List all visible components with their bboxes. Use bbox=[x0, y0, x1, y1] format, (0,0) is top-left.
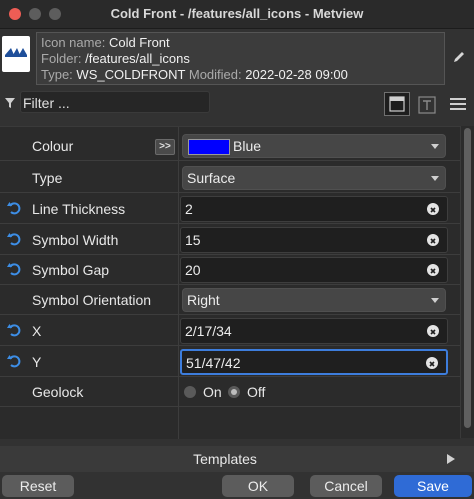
type-dropdown[interactable]: Surface bbox=[182, 166, 446, 190]
cold-front-icon bbox=[2, 36, 30, 72]
parameter-table: Colour >> Blue Type Surface Line Thickne… bbox=[0, 126, 460, 439]
clear-icon[interactable] bbox=[427, 234, 439, 246]
symbol-width-label: Symbol Width bbox=[32, 232, 119, 248]
geolock-off-radio[interactable] bbox=[228, 386, 240, 398]
param-row-type: Type Surface bbox=[0, 163, 460, 193]
param-row-y: Y 51/47/42 bbox=[0, 347, 460, 377]
modified-value: 2022-02-28 09:00 bbox=[245, 67, 348, 82]
reset-default-icon[interactable] bbox=[7, 323, 21, 342]
chevron-down-icon bbox=[431, 176, 439, 181]
line-thickness-value: 2 bbox=[185, 201, 193, 217]
line-thickness-input[interactable]: 2 bbox=[180, 196, 448, 222]
y-input[interactable]: 51/47/42 bbox=[180, 349, 448, 375]
edit-view-button[interactable] bbox=[384, 92, 410, 116]
folder-label: Folder: bbox=[41, 51, 82, 66]
scrollbar[interactable] bbox=[460, 126, 474, 438]
param-row-colour: Colour >> Blue bbox=[0, 131, 460, 161]
symbol-gap-value: 20 bbox=[185, 262, 201, 278]
x-value: 2/17/34 bbox=[185, 323, 232, 339]
type-param-label: Type bbox=[32, 170, 63, 186]
chevron-right-icon[interactable] bbox=[447, 454, 455, 464]
reset-default-icon[interactable] bbox=[7, 262, 21, 281]
symbol-gap-label: Symbol Gap bbox=[32, 262, 110, 278]
param-row-symbol-orientation: Symbol Orientation Right bbox=[0, 285, 460, 315]
templates-label: Templates bbox=[193, 451, 257, 467]
symbol-orientation-dropdown[interactable]: Right bbox=[182, 288, 446, 312]
colour-label: Colour bbox=[32, 138, 74, 154]
line-thickness-label: Line Thickness bbox=[32, 201, 126, 217]
reset-button[interactable]: Reset bbox=[2, 475, 74, 497]
geolock-off-label: Off bbox=[247, 384, 266, 400]
reset-default-icon[interactable] bbox=[7, 232, 21, 251]
clear-icon[interactable] bbox=[427, 203, 439, 215]
param-row-symbol-gap: Symbol Gap 20 bbox=[0, 255, 460, 285]
reset-default-icon[interactable] bbox=[7, 354, 21, 373]
clear-icon[interactable] bbox=[426, 357, 438, 369]
colour-expand-button[interactable]: >> bbox=[155, 139, 175, 155]
icon-name-value: Cold Front bbox=[108, 35, 170, 50]
save-button[interactable]: Save bbox=[394, 475, 472, 497]
type-label: Type: bbox=[41, 67, 73, 82]
colour-swatch bbox=[188, 139, 230, 155]
chevron-down-icon bbox=[431, 144, 439, 149]
hamburger-menu-icon[interactable] bbox=[449, 96, 467, 112]
param-row-x: X 2/17/34 bbox=[0, 316, 460, 346]
filter-input[interactable]: Filter ... bbox=[20, 91, 210, 113]
clear-icon[interactable] bbox=[427, 325, 439, 337]
templates-bar[interactable]: Templates bbox=[0, 446, 474, 472]
cancel-button[interactable]: Cancel bbox=[310, 475, 382, 497]
param-row-geolock: Geolock On Off bbox=[0, 377, 460, 407]
folder-value: /features/all_icons bbox=[85, 51, 190, 66]
y-value: 51/47/42 bbox=[186, 355, 241, 371]
x-input[interactable]: 2/17/34 bbox=[180, 318, 448, 344]
ok-button[interactable]: OK bbox=[222, 475, 294, 497]
reset-default-icon[interactable] bbox=[7, 201, 21, 220]
geolock-label: Geolock bbox=[32, 384, 84, 400]
symbol-width-value: 15 bbox=[185, 232, 201, 248]
symbol-width-input[interactable]: 15 bbox=[180, 227, 448, 253]
icon-info-panel: Icon name: Cold Front Folder: /features/… bbox=[36, 32, 445, 85]
funnel-icon bbox=[4, 96, 16, 114]
type-value: WS_COLDFRONT bbox=[76, 67, 186, 82]
y-label: Y bbox=[32, 354, 42, 370]
colour-dropdown[interactable]: Blue bbox=[182, 134, 446, 158]
scrollbar-thumb[interactable] bbox=[464, 128, 471, 428]
window-title: Cold Front - /features/all_icons - Metvi… bbox=[110, 6, 364, 21]
chevron-down-icon bbox=[431, 298, 439, 303]
param-row-symbol-width: Symbol Width 15 bbox=[0, 225, 460, 255]
modified-label: Modified: bbox=[188, 67, 242, 82]
icon-name-label: Icon name: bbox=[41, 35, 106, 50]
geolock-on-label: On bbox=[203, 384, 222, 400]
x-label: X bbox=[32, 323, 42, 339]
colour-value: Blue bbox=[233, 138, 262, 154]
text-view-button[interactable] bbox=[416, 94, 438, 116]
param-row-line-thickness: Line Thickness 2 bbox=[0, 194, 460, 224]
geolock-on-radio[interactable] bbox=[184, 386, 196, 398]
title-bar: Cold Front - /features/all_icons - Metvi… bbox=[0, 0, 474, 29]
symbol-orientation-label: Symbol Orientation bbox=[32, 292, 152, 308]
clear-icon[interactable] bbox=[427, 264, 439, 276]
symbol-orientation-value: Right bbox=[187, 292, 220, 308]
pencil-icon[interactable] bbox=[452, 50, 466, 69]
symbol-gap-input[interactable]: 20 bbox=[180, 257, 448, 283]
type-param-value: Surface bbox=[187, 170, 236, 186]
